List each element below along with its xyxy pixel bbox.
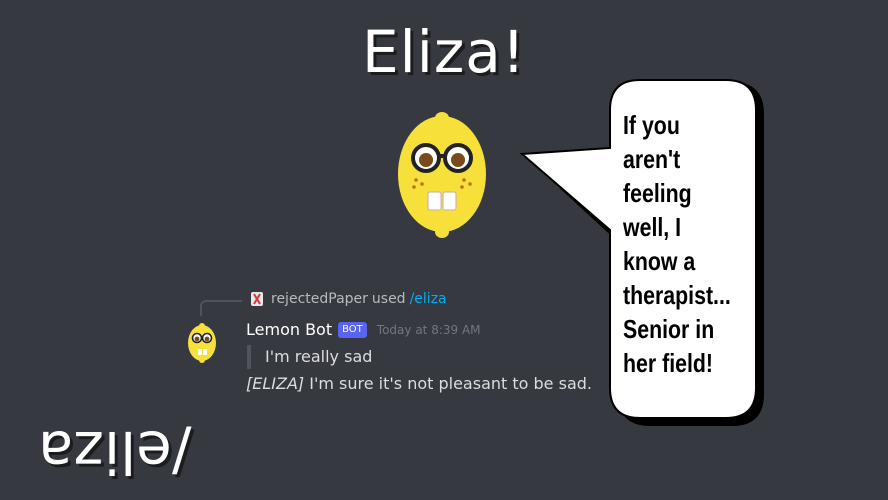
command-link[interactable]: /eliza — [410, 291, 447, 307]
message-header: Lemon Bot BOT Today at 8:39 AM — [246, 320, 481, 339]
bubble-line: know a — [623, 246, 696, 276]
bot-badge: BOT — [338, 321, 367, 338]
bot-response: [ELIZA] I'm sure it's not pleasant to be… — [246, 373, 592, 395]
message-timestamp: Today at 8:39 AM — [376, 322, 481, 337]
bubble-line: If you — [623, 110, 680, 140]
bubble-line: Senior in — [623, 314, 715, 344]
user-avatar-icon[interactable] — [249, 291, 265, 307]
reply-used-text: used — [371, 291, 406, 307]
author-name[interactable]: Lemon Bot — [246, 320, 332, 339]
response-text: I'm sure it's not pleasant to be sad. — [304, 374, 592, 393]
response-tag: [ELIZA] — [246, 374, 305, 393]
lemon-mascot-icon — [398, 112, 486, 238]
bubble-line: therapist... — [623, 280, 731, 310]
bubble-line: feeling — [623, 178, 692, 208]
mirrored-command-text: /eliza — [38, 418, 192, 486]
bubble-line: well, I — [623, 212, 682, 242]
reply-connector — [200, 300, 242, 316]
reply-username[interactable]: rejectedPaper — [271, 291, 368, 307]
lemon-bot-avatar[interactable] — [186, 322, 218, 364]
quoted-message: I'm really sad — [247, 345, 372, 369]
command-reply-header: rejectedPaper used /eliza — [249, 291, 447, 307]
bubble-line: her field! — [623, 348, 714, 378]
speech-bubble-text: If you aren't feeling well, I know a the… — [623, 108, 731, 380]
bubble-line: aren't — [623, 144, 681, 174]
